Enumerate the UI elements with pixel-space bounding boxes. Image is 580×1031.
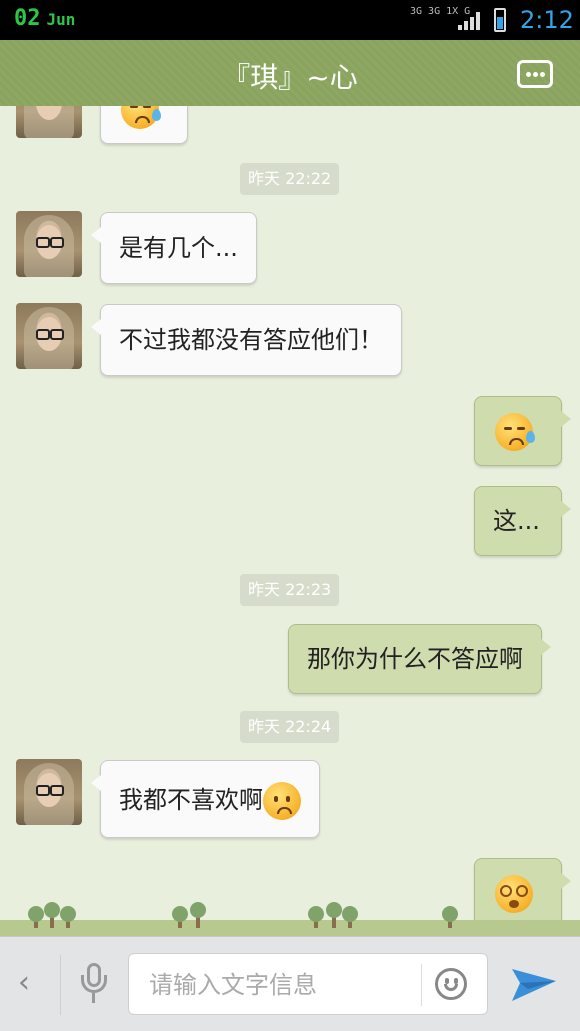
message-text: 我都不喜欢啊 bbox=[119, 786, 263, 814]
battery-icon bbox=[494, 8, 506, 32]
message-text: 这... bbox=[493, 507, 540, 535]
message-bubble-incoming[interactable]: 我都不喜欢啊 bbox=[91, 760, 320, 838]
contact-avatar[interactable] bbox=[16, 303, 82, 369]
timestamp: 昨天 22:23 bbox=[240, 574, 340, 606]
divider bbox=[421, 964, 422, 1006]
divider bbox=[60, 955, 61, 1015]
sweat-emoji-icon bbox=[495, 413, 535, 451]
contact-avatar[interactable] bbox=[16, 211, 82, 277]
contact-avatar[interactable] bbox=[16, 106, 82, 138]
message-input[interactable] bbox=[147, 964, 411, 1006]
timestamp: 昨天 22:24 bbox=[240, 711, 340, 743]
signal-icon bbox=[458, 12, 484, 30]
message-text: 那你为什么不答应啊 bbox=[307, 645, 523, 673]
message-text: 是有几个... bbox=[119, 234, 238, 262]
input-bar: ‹ bbox=[0, 936, 580, 1031]
message-bubble-outgoing[interactable]: 那你为什么不答应啊 bbox=[288, 624, 551, 694]
send-icon[interactable] bbox=[510, 961, 558, 1007]
message-input-box[interactable] bbox=[128, 953, 488, 1015]
status-date: 02 Jun bbox=[14, 6, 75, 31]
status-bar: 02 Jun 3G 3G 1X G 2:12 bbox=[0, 0, 580, 40]
dizzy-emoji-icon bbox=[495, 875, 533, 913]
message-bubble-incoming[interactable] bbox=[100, 106, 188, 144]
message-bubble-incoming[interactable]: 是有几个... bbox=[91, 212, 257, 284]
sad-emoji-icon bbox=[263, 782, 301, 820]
chat-header: 『琪』~心 bbox=[0, 40, 580, 112]
sweat-emoji-icon bbox=[121, 106, 161, 129]
status-date-day: 02 bbox=[14, 6, 41, 31]
timestamp: 昨天 22:22 bbox=[240, 163, 340, 195]
smiley-icon[interactable] bbox=[435, 968, 467, 1000]
message-bubble-outgoing[interactable] bbox=[474, 858, 571, 928]
message-bubble-incoming[interactable]: 不过我都没有答应他们！ bbox=[91, 304, 402, 376]
message-text: 不过我都没有答应他们！ bbox=[119, 326, 383, 354]
chat-title: 『琪』~心 bbox=[222, 61, 358, 94]
status-date-month: Jun bbox=[46, 10, 76, 29]
contact-avatar[interactable] bbox=[16, 759, 82, 825]
status-time: 2:12 bbox=[520, 6, 574, 34]
message-bubble-outgoing[interactable]: 这... bbox=[474, 486, 571, 556]
more-dots-icon[interactable] bbox=[517, 60, 553, 88]
message-list[interactable]: 昨天 22:22 是有几个... 不过我都没有答应他们！ 这... 昨天 22:… bbox=[0, 106, 580, 936]
back-chevron-icon[interactable]: ‹ bbox=[18, 965, 30, 1000]
message-bubble-outgoing[interactable] bbox=[474, 396, 571, 466]
microphone-icon[interactable] bbox=[80, 963, 108, 1007]
